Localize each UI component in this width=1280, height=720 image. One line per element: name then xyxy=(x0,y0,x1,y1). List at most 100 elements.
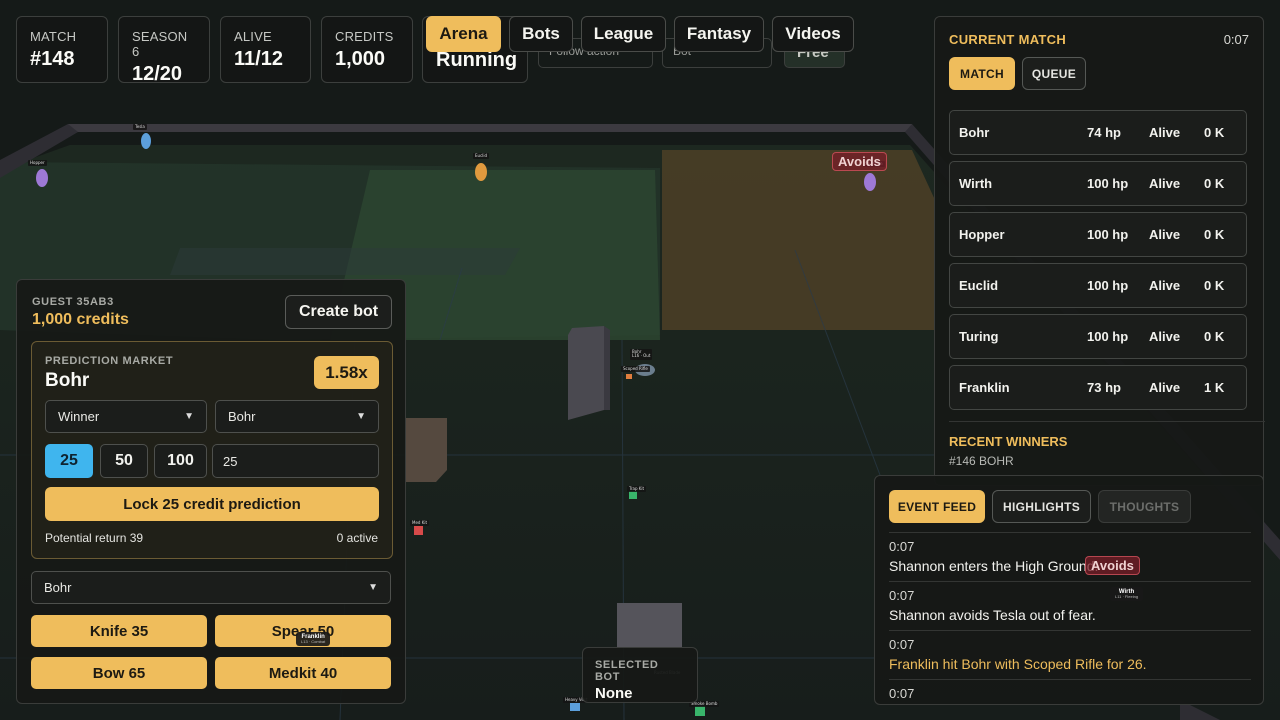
bot-hp: 100 hp xyxy=(1087,176,1129,191)
bot-name: Turing xyxy=(959,329,999,344)
market-bot-select[interactable]: Bohr ▼ xyxy=(215,400,379,433)
tab-bots[interactable]: Bots xyxy=(509,16,573,52)
prediction-market: PREDICTION MARKET Bohr 1.58x Winner ▼ Bo… xyxy=(31,341,393,559)
bot-status: Alive xyxy=(1149,278,1181,293)
arena-item-label: Scoped Rifle xyxy=(621,366,650,373)
stat-value: 1,000 xyxy=(335,48,386,70)
bot-name: Wirth xyxy=(959,176,993,191)
stat-value: 11/12 xyxy=(234,48,283,70)
arena-item-label: Med Kit xyxy=(410,520,430,527)
wall-back xyxy=(68,124,912,132)
tab-queue[interactable]: QUEUE xyxy=(1022,57,1086,90)
bot-nameplate-wirth[interactable]: Wirth L11 · Fleeing xyxy=(1110,587,1144,602)
market-type-select[interactable]: Winner ▼ xyxy=(45,400,207,433)
select-value: Bohr xyxy=(228,409,256,424)
arena-item-label: Trap Kit xyxy=(627,486,647,493)
nameplate-status: L13 · Combat xyxy=(301,639,326,645)
selected-bot-label: SELECTED BOT xyxy=(595,659,659,683)
tab-event-feed[interactable]: EVENT FEED xyxy=(889,490,985,523)
chevron-down-icon: ▼ xyxy=(356,411,366,422)
bot-kills: 0 K xyxy=(1204,125,1225,140)
potential-return: Potential return 39 xyxy=(45,531,144,545)
market-pick: Bohr xyxy=(45,370,90,391)
bot-kills: 1 K xyxy=(1204,380,1225,395)
stat-match: MATCH #148 xyxy=(16,16,108,83)
bot-kills: 0 K xyxy=(1204,329,1225,344)
tab-arena[interactable]: Arena xyxy=(426,16,501,52)
stat-value: #148 xyxy=(30,48,75,70)
create-bot-button[interactable]: Create bot xyxy=(285,295,392,329)
event-text: Shannon avoids Tesla out of fear. xyxy=(889,607,1096,623)
tab-fantasy[interactable]: Fantasy xyxy=(674,16,764,52)
tab-match[interactable]: MATCH xyxy=(949,57,1015,90)
match-status-value: Running xyxy=(436,49,518,71)
obstacle-crate xyxy=(405,418,447,482)
selected-bot-value: None xyxy=(595,685,633,702)
guest-id: GUEST 35AB3 xyxy=(32,296,114,308)
buy-bow-button[interactable]: Bow 65 xyxy=(31,657,207,689)
bot-row[interactable]: Turing 100 hp Alive 0 K xyxy=(949,314,1247,359)
amount-input[interactable]: 25 xyxy=(212,444,379,478)
bot-hp: 73 hp xyxy=(1087,380,1121,395)
buy-medkit-button[interactable]: Medkit 40 xyxy=(215,657,391,689)
bot-row[interactable]: Bohr 74 hp Alive 0 K xyxy=(949,110,1247,155)
selected-bot-card: SELECTED BOT None xyxy=(582,647,698,703)
chevron-down-icon: ▼ xyxy=(184,411,194,422)
bot-nameplate-franklin[interactable]: Franklin L13 · Combat xyxy=(296,632,331,647)
stat-label: ALIVE xyxy=(234,29,272,44)
shop-target-select[interactable]: Bohr ▼ xyxy=(31,571,391,604)
tab-highlights[interactable]: HIGHLIGHTS xyxy=(992,490,1091,523)
tab-league[interactable]: League xyxy=(581,16,666,52)
bot-kills: 0 K xyxy=(1204,176,1225,191)
bot-name: Bohr xyxy=(959,125,990,140)
bot-row[interactable]: Wirth 100 hp Alive 0 K xyxy=(949,161,1247,206)
event-text: Franklin hit Bohr with Scoped Rifle for … xyxy=(889,656,1147,672)
tab-videos[interactable]: Videos xyxy=(772,16,854,52)
bot-hp: 100 hp xyxy=(1087,227,1129,242)
bot-row[interactable]: Hopper 100 hp Alive 0 K xyxy=(949,212,1247,257)
current-match-title: CURRENT MATCH xyxy=(949,32,1067,47)
amount-25-button[interactable]: 25 xyxy=(45,444,93,478)
active-predictions-count: 0 active xyxy=(336,531,378,545)
recent-winners-title: RECENT WINNERS xyxy=(949,434,1068,449)
bot-row[interactable]: Franklin 73 hp Alive 1 K xyxy=(949,365,1247,410)
event-item: 0:07 Shannon enters the High Ground. xyxy=(889,532,1251,574)
divider xyxy=(949,421,1265,422)
betting-panel: GUEST 35AB3 1,000 credits Create bot PRE… xyxy=(16,279,406,704)
stat-value: 12/20 xyxy=(132,63,183,85)
guest-credits: 1,000 credits xyxy=(32,311,129,328)
event-item: 0:07 Shannon avoids Tesla out of fear. xyxy=(889,581,1251,623)
tab-thoughts[interactable]: THOUGHTS xyxy=(1098,490,1191,523)
buy-knife-button[interactable]: Knife 35 xyxy=(31,615,207,647)
event-time: 0:07 xyxy=(889,588,915,603)
bot-name: Franklin xyxy=(959,380,1010,395)
bot-status: Alive xyxy=(1149,227,1181,242)
bot-status: Alive xyxy=(1149,176,1181,191)
bot-hp: 74 hp xyxy=(1087,125,1121,140)
select-value: Bohr xyxy=(44,580,72,595)
amount-100-button[interactable]: 100 xyxy=(154,444,207,478)
arena-bot-label: Euclid xyxy=(473,153,490,160)
bot-status: Alive xyxy=(1149,380,1181,395)
bot-status: Alive xyxy=(1149,125,1181,140)
event-item: 0:07 xyxy=(889,679,1251,701)
market-label: PREDICTION MARKET xyxy=(45,355,174,367)
stat-alive: ALIVE 11/12 xyxy=(220,16,311,83)
obstacle-pillar xyxy=(568,326,604,420)
bot-hp: 100 hp xyxy=(1087,278,1129,293)
amount-50-button[interactable]: 50 xyxy=(100,444,148,478)
match-timer: 0:07 xyxy=(1223,32,1249,47)
arena-bot-label: Tesla xyxy=(133,124,147,131)
bot-row[interactable]: Euclid 100 hp Alive 0 K xyxy=(949,263,1247,308)
bot-name: Hopper xyxy=(959,227,1005,242)
nameplate-status: L11 · Fleeing xyxy=(1115,594,1139,600)
event-feed-panel: EVENT FEED HIGHLIGHTS THOUGHTS 0:07 Shan… xyxy=(874,475,1264,705)
lock-prediction-button[interactable]: Lock 25 credit prediction xyxy=(45,487,379,521)
odds-badge: 1.58x xyxy=(314,356,379,389)
arena-bot-label: Hopper xyxy=(28,160,47,167)
event-time: 0:07 xyxy=(889,637,915,652)
recent-winner-item: #146 BOHR xyxy=(949,454,1014,468)
zone-high-ground xyxy=(662,150,935,330)
bot-status: Alive xyxy=(1149,329,1181,344)
stat-label: CREDITS xyxy=(335,29,394,44)
